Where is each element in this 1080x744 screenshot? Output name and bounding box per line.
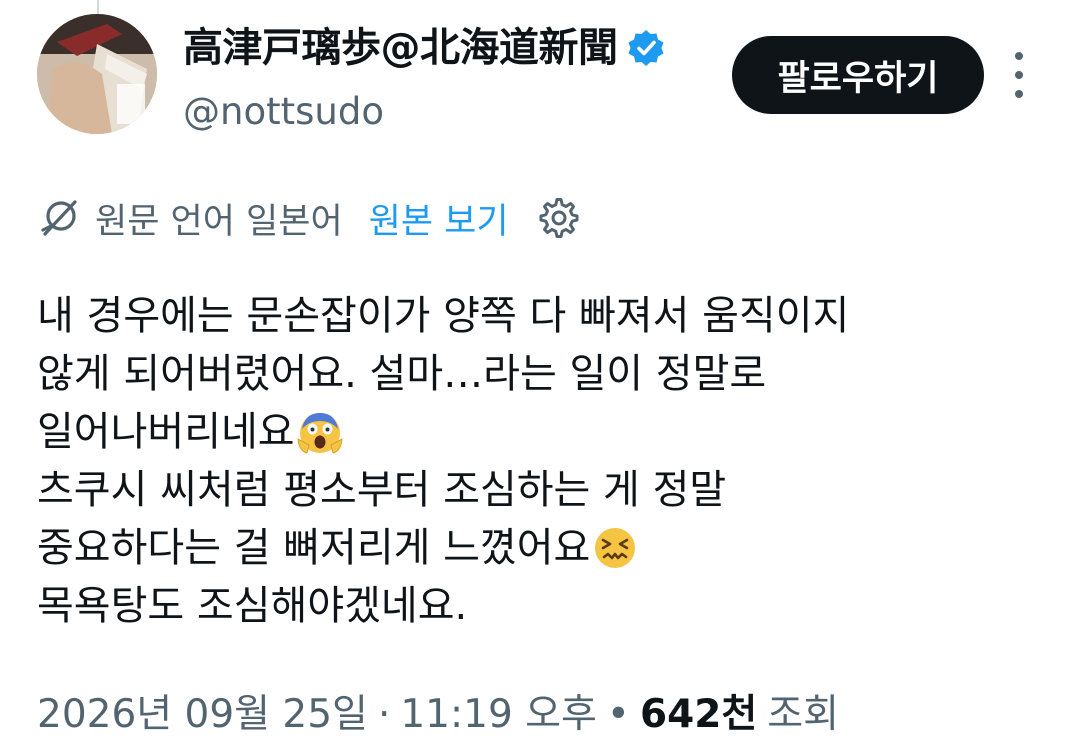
more-vertical-icon-dot xyxy=(1015,90,1023,98)
tweet-text-segment: 일어나버리네요 xyxy=(37,409,295,455)
gear-icon[interactable] xyxy=(537,196,581,240)
more-vertical-icon xyxy=(1015,52,1023,60)
tweet-text-line: 않게 되어버렸어요. 설마…라는 일이 정말로 xyxy=(37,351,767,397)
view-count-label: 조회 xyxy=(767,692,839,737)
confounded-face-emoji xyxy=(595,528,636,568)
author-name-row[interactable]: 高津戸璃歩@北海道新聞 xyxy=(183,22,666,74)
tweet-metadata: 2026년 09월 25일 · 11:19 오후 • 642천 조회 xyxy=(37,690,839,740)
show-original-link[interactable]: 원본 보기 xyxy=(369,193,509,244)
translate-icon xyxy=(41,200,77,236)
more-options-button[interactable] xyxy=(1004,52,1034,98)
author-display-name[interactable]: 高津戸璃歩@北海道新聞 xyxy=(183,22,618,74)
avatar-image xyxy=(37,14,157,134)
view-count: 642천 xyxy=(639,692,758,737)
more-vertical-icon-dot xyxy=(1015,71,1023,79)
tweet-text-line-with-emoji: 중요하다는 걸 뼈저리게 느꼈어요 xyxy=(37,519,1047,577)
tweet-date[interactable]: 2026년 09월 25일 xyxy=(37,690,368,740)
avatar[interactable] xyxy=(37,14,157,134)
tweet-text-line: 내 경우에는 문손잡이가 양쪽 다 빠져서 움직이지 xyxy=(37,293,850,339)
screaming-face-emoji xyxy=(297,413,343,454)
tweet-text-line: 목욕탕도 조심해야겠네요. xyxy=(37,583,468,629)
author-handle[interactable]: @nottsudo xyxy=(183,88,384,136)
follow-button[interactable]: 팔로우하기 xyxy=(732,36,984,114)
tweet-text: 내 경우에는 문손잡이가 양쪽 다 빠져서 움직이지 않게 되어버렸어요. 설마… xyxy=(37,287,1047,635)
meta-bullet: • xyxy=(606,692,630,737)
tweet-text-line-with-emoji: 일어나버리네요 xyxy=(37,403,1047,461)
verified-badge-icon xyxy=(628,30,663,66)
tweet-text-line: 츠쿠시 씨처럼 평소부터 조심하는 게 정말 xyxy=(37,467,727,513)
translation-bar: 원문 언어 일본어 원본 보기 xyxy=(37,192,581,244)
tweet-time[interactable]: 11:19 오후 xyxy=(400,690,597,740)
tweet-text-segment: 중요하다는 걸 뼈저리게 느꼈어요 xyxy=(37,525,591,571)
meta-separator: · xyxy=(377,692,391,737)
translation-source-language: 원문 언어 일본어 xyxy=(95,201,343,242)
